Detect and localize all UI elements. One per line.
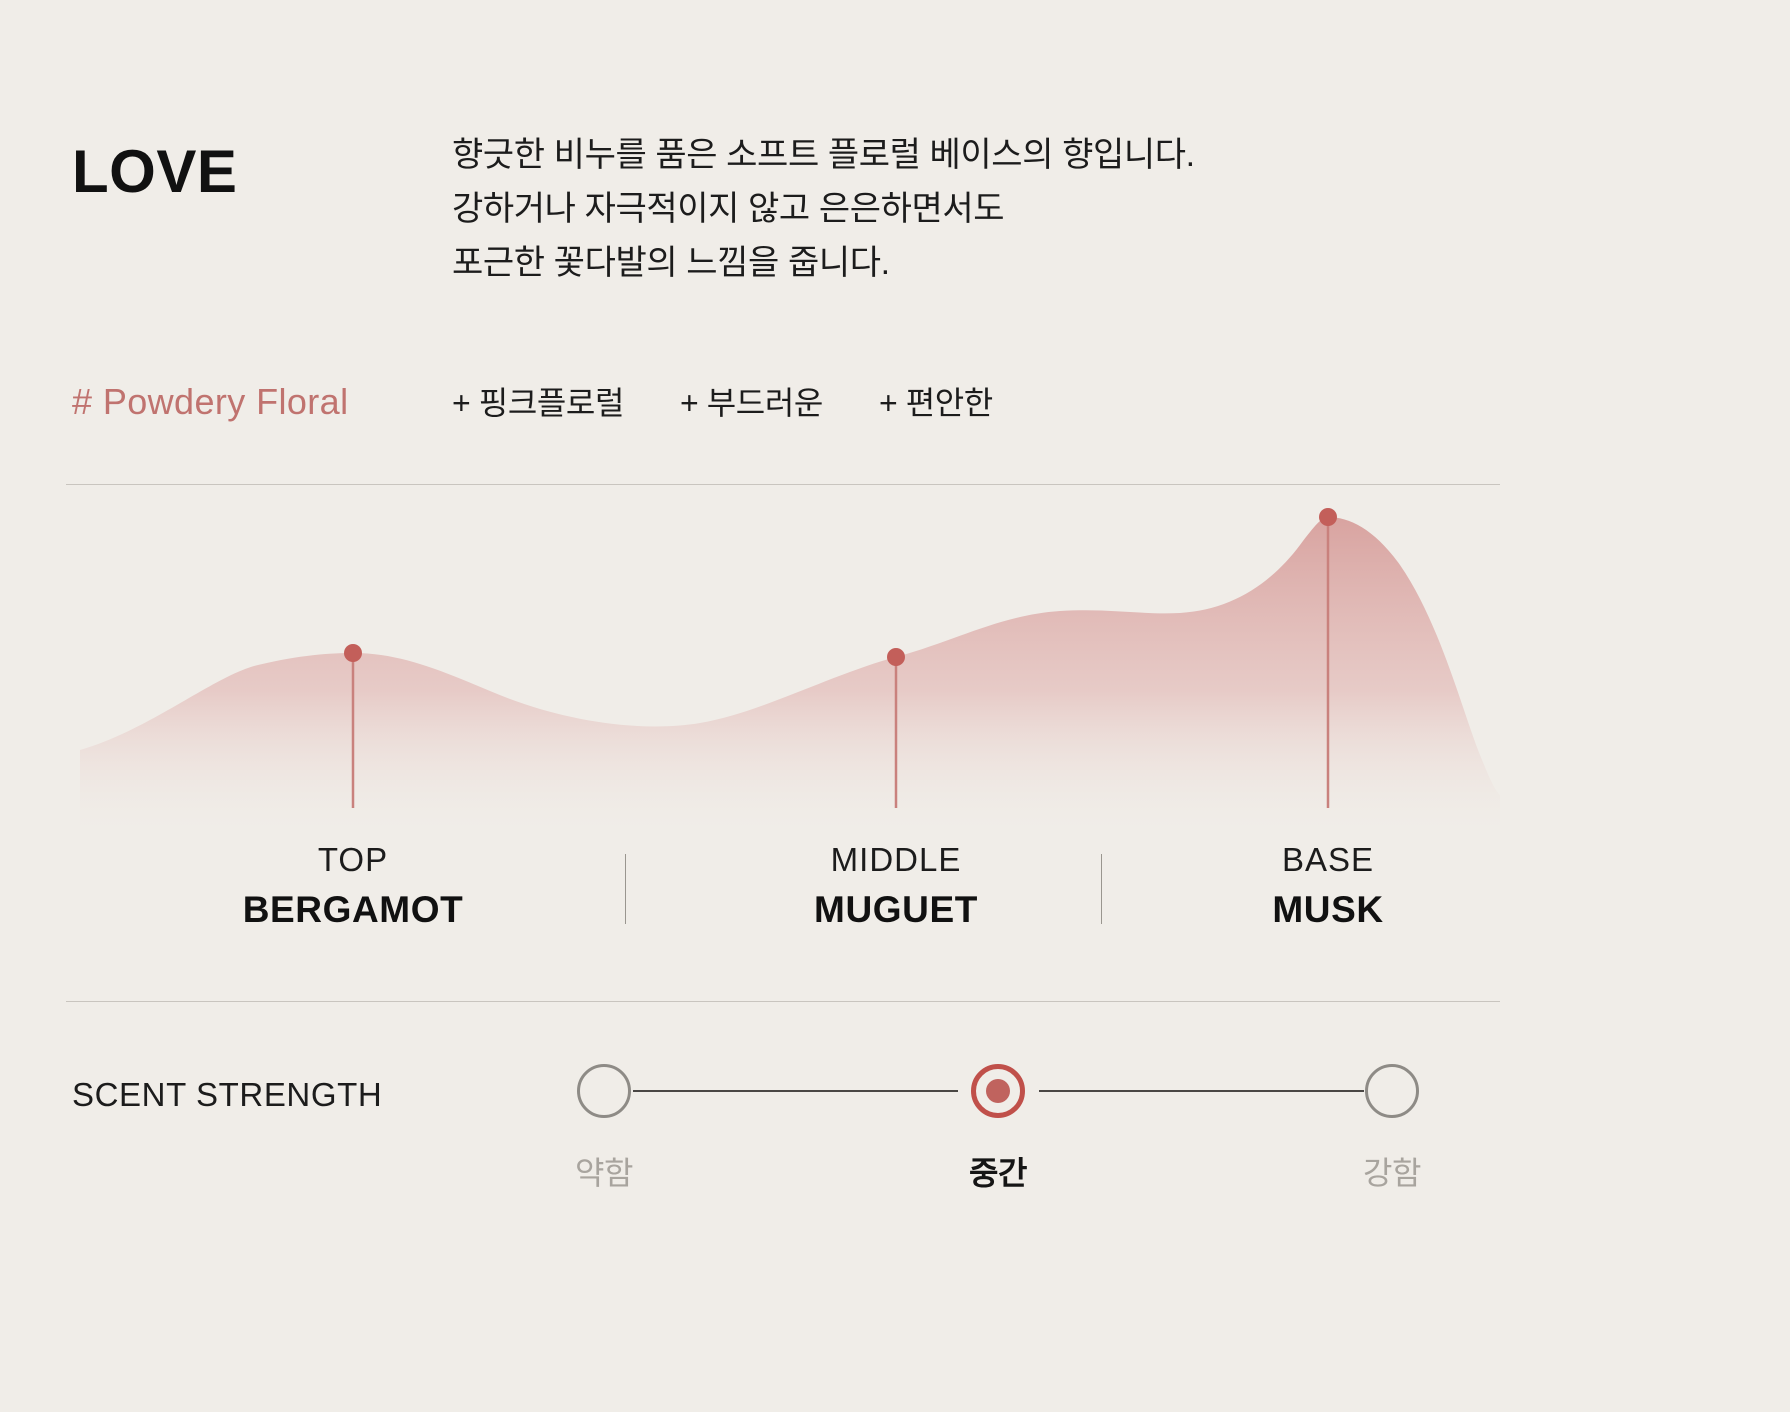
note-middle: MIDDLE MUGUET xyxy=(716,836,1076,936)
note-name-label: MUGUET xyxy=(814,889,978,930)
keyword-item: + 핑크플로럴 xyxy=(452,385,624,421)
note-top: TOP BERGAMOT xyxy=(173,836,533,936)
note-base: BASE MUSK xyxy=(1148,836,1508,936)
strength-label-weak: 약함 xyxy=(574,1155,634,1191)
peak-dot-top xyxy=(344,644,362,662)
selected-indicator xyxy=(986,1079,1010,1103)
scent-intensity-chart xyxy=(0,495,1790,835)
note-stage-label: BASE xyxy=(1281,841,1375,878)
description-line-1: 향긋한 비누를 품은 소프트 플로럴 베이스의 향입니다. xyxy=(452,136,1195,174)
strength-label-medium: 중간 xyxy=(968,1155,1028,1191)
note-pyramid-labels: TOP BERGAMOT MIDDLE MUGUET BASE MUSK xyxy=(66,836,1500,966)
strength-option-strong[interactable] xyxy=(1365,1064,1419,1118)
scale-track-right xyxy=(1039,1090,1364,1092)
strength-option-medium[interactable] xyxy=(971,1064,1025,1118)
note-name-label: BERGAMOT xyxy=(242,889,464,930)
divider-bottom xyxy=(66,1001,1500,1002)
scent-strength-scale: 약함 중간 강함 xyxy=(575,1052,1421,1242)
scent-curve-area xyxy=(80,517,1500,835)
divider-top xyxy=(66,484,1500,485)
scent-detail-page: LOVE 향긋한 비누를 품은 소프트 플로럴 베이스의 향입니다. 강하거나 … xyxy=(0,0,1790,1412)
scale-track-left xyxy=(633,1090,958,1092)
description-line-2: 강하거나 자극적이지 않고 은은하면서도 xyxy=(452,190,1005,228)
peak-dot-middle xyxy=(887,648,905,666)
hashtag-powdery-floral[interactable]: # Powdery Floral xyxy=(72,381,452,423)
tag-row: # Powdery Floral + 핑크플로럴 + 부드러운 + 편안한 xyxy=(72,378,1718,424)
note-separator-tick xyxy=(625,854,626,924)
keyword-list: + 핑크플로럴 + 부드러운 + 편안한 xyxy=(452,378,993,424)
note-name-label: MUSK xyxy=(1272,889,1384,930)
strength-option-weak[interactable] xyxy=(577,1064,631,1118)
note-stage-label: TOP xyxy=(317,841,389,878)
header: LOVE 향긋한 비누를 품은 소프트 플로럴 베이스의 향입니다. 강하거나 … xyxy=(72,128,1718,290)
scent-description: 향긋한 비누를 품은 소프트 플로럴 베이스의 향입니다. 강하거나 자극적이지… xyxy=(452,128,1195,290)
description-line-3: 포근한 꽃다발의 느낌을 줍니다. xyxy=(452,244,890,282)
scent-strength-section: SCENT STRENGTH 약함 중간 강함 xyxy=(72,1052,1522,1242)
scent-strength-title: SCENT STRENGTH xyxy=(72,1076,383,1113)
note-separator-tick xyxy=(1101,854,1102,924)
peak-dot-base xyxy=(1319,508,1337,526)
page-title: LOVE xyxy=(72,138,238,205)
strength-label-strong: 강함 xyxy=(1362,1155,1422,1191)
keyword-item: + 편안한 xyxy=(878,385,993,421)
note-stage-label: MIDDLE xyxy=(830,841,962,878)
keyword-item: + 부드러운 xyxy=(679,385,823,421)
